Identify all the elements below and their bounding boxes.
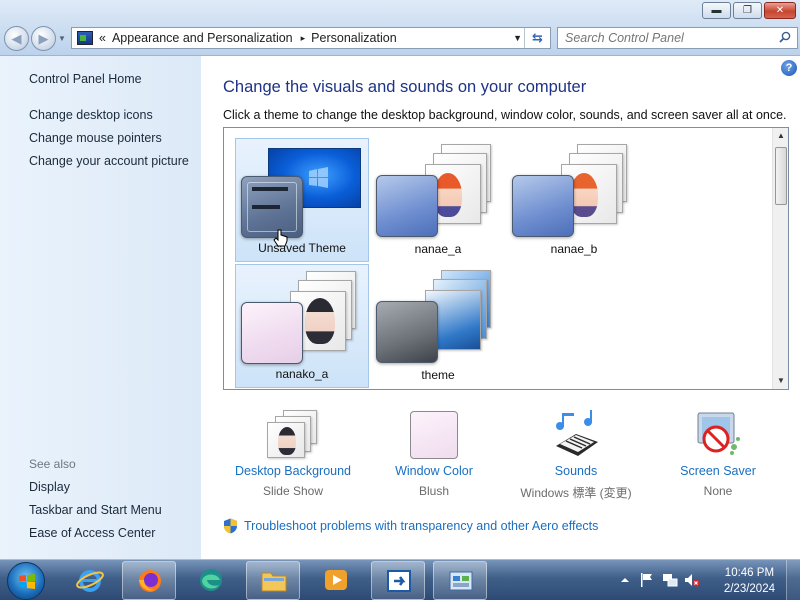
volume-muted-icon[interactable] — [684, 572, 700, 588]
theme-tile-theme[interactable]: theme — [371, 264, 505, 388]
address-dropdown-icon[interactable]: ▼ — [513, 33, 522, 43]
clock[interactable]: 10:46 PM 2/23/2024 — [724, 565, 775, 597]
window-color-icon — [410, 411, 458, 459]
breadcrumb-appearance[interactable]: Appearance and Personalization — [112, 31, 293, 45]
minimize-button[interactable]: ▬ — [702, 2, 731, 19]
edge-icon — [200, 569, 222, 591]
theme-name: theme — [421, 368, 455, 382]
theme-tile-nanae-a[interactable]: nanae_a — [371, 138, 505, 262]
sidebar-control-panel-home[interactable]: Control Panel Home — [29, 72, 142, 86]
taskbar-internet-explorer[interactable] — [63, 561, 117, 600]
search-box[interactable] — [557, 27, 798, 49]
theme-tile-nanako-a[interactable]: nanako_a — [235, 264, 369, 388]
sidebar-link-account-picture[interactable]: Change your account picture — [29, 154, 189, 168]
screen-saver-icon — [697, 412, 740, 455]
help-icon[interactable]: ? — [781, 60, 797, 76]
show-desktop-button[interactable] — [786, 560, 800, 600]
see-also-taskbar-start-menu[interactable]: Taskbar and Start Menu — [29, 503, 162, 517]
window-color-swatch — [241, 302, 303, 364]
theme-name: Unsaved Theme — [258, 241, 346, 255]
search-input[interactable] — [558, 28, 768, 48]
breadcrumb-personalization[interactable]: Personalization — [311, 31, 396, 45]
page-title: Change the visuals and sounds on your co… — [223, 78, 587, 96]
forward-arrow-icon: ▶ — [38, 31, 49, 46]
system-tray: 10:46 PM 2/23/2024 — [610, 560, 800, 600]
scroll-up-icon[interactable]: ▲ — [773, 128, 788, 144]
window-controls: ▬ ❐ ✕ — [700, 2, 796, 19]
theme-name: nanae_b — [550, 242, 598, 256]
main-content: ? Change the visuals and sounds on your … — [201, 56, 800, 559]
window-color-swatch — [376, 175, 438, 237]
refresh-icon[interactable]: ⇆ — [524, 28, 550, 48]
start-button[interactable] — [7, 562, 45, 600]
firefox-icon — [139, 570, 161, 592]
theme-tile-nanae-b[interactable]: nanae_b — [507, 138, 641, 262]
window-color-swatch — [376, 301, 438, 363]
windows-logo-icon — [19, 574, 35, 589]
see-also-ease-of-access[interactable]: Ease of Access Center — [29, 526, 155, 540]
taskbar-firefox[interactable] — [122, 561, 176, 600]
forward-button[interactable]: ▶ — [31, 26, 56, 51]
setting-label[interactable]: Desktop Background — [223, 464, 363, 478]
clock-date: 2/23/2024 — [723, 583, 775, 595]
setting-value: Blush — [418, 484, 450, 498]
setting-value: Slide Show — [262, 484, 324, 498]
back-button[interactable]: ◀ — [4, 26, 29, 51]
troubleshoot-link-text[interactable]: Troubleshoot problems with transparency … — [244, 519, 598, 533]
troubleshoot-link[interactable]: Troubleshoot problems with transparency … — [223, 518, 598, 534]
window-color-swatch — [241, 176, 303, 238]
taskbar-media-player[interactable] — [309, 561, 363, 600]
taskbar-edge[interactable] — [184, 561, 238, 600]
taskbar-control-panel[interactable] — [433, 561, 487, 600]
clock-time: 10:46 PM — [724, 567, 775, 579]
maximize-button[interactable]: ❐ — [733, 2, 762, 19]
media-player-icon — [325, 570, 347, 590]
theme-tile-unsaved[interactable]: Unsaved Theme — [235, 138, 369, 262]
setting-value: Windows 標準 (変更) — [520, 486, 632, 500]
sidebar-link-desktop-icons[interactable]: Change desktop icons — [29, 108, 153, 122]
network-icon[interactable] — [662, 572, 678, 588]
back-arrow-icon: ◀ — [11, 31, 22, 46]
see-also-display[interactable]: Display — [29, 480, 70, 494]
scrollbar-thumb[interactable] — [775, 147, 787, 205]
breadcrumb-separator-icon[interactable]: ▸ — [301, 33, 306, 44]
taskbar: 10:46 PM 2/23/2024 — [0, 559, 800, 600]
theme-name: nanako_a — [275, 367, 329, 381]
show-hidden-icons-icon[interactable] — [620, 575, 630, 585]
uac-shield-icon — [224, 518, 237, 534]
setting-label[interactable]: Sounds — [506, 464, 646, 478]
control-panel-icon — [77, 31, 93, 45]
see-also-heading: See also — [29, 457, 76, 471]
desktop-background-icon — [263, 410, 323, 460]
page-description: Click a theme to change the desktop back… — [223, 108, 787, 122]
breadcrumb-overflow[interactable]: « — [99, 31, 106, 45]
search-icon[interactable] — [779, 31, 791, 43]
action-center-flag-icon[interactable] — [640, 572, 654, 588]
window-chrome: ▬ ❐ ✕ ◀ ▶ ▼ « Appearance and Personaliza… — [0, 0, 800, 56]
setting-value: None — [703, 484, 733, 498]
theme-name: nanae_a — [414, 242, 462, 256]
setting-label[interactable]: Window Color — [364, 464, 504, 478]
remote-app-icon — [387, 570, 411, 592]
control-panel-icon — [449, 571, 473, 591]
sidebar: Control Panel Home Change desktop icons … — [0, 56, 201, 559]
taskbar-file-explorer[interactable] — [246, 561, 300, 600]
window-color-swatch — [512, 175, 574, 237]
close-button[interactable]: ✕ — [764, 2, 796, 19]
setting-label[interactable]: Screen Saver — [648, 464, 788, 478]
sounds-icon — [556, 410, 598, 456]
internet-explorer-icon — [76, 570, 104, 592]
scroll-down-icon[interactable]: ▼ — [773, 373, 788, 389]
recent-pages-dropdown[interactable]: ▼ — [58, 34, 66, 43]
theme-gallery[interactable]: Unsaved Theme nanae_a nanae_b nanako_a t… — [223, 127, 789, 390]
taskbar-remote-app[interactable] — [371, 561, 425, 600]
theme-gallery-scrollbar[interactable]: ▲ ▼ — [772, 128, 788, 389]
folder-icon — [261, 572, 287, 592]
sidebar-link-mouse-pointers[interactable]: Change mouse pointers — [29, 131, 162, 145]
address-bar[interactable]: « Appearance and Personalization ▸ Perso… — [71, 27, 551, 49]
